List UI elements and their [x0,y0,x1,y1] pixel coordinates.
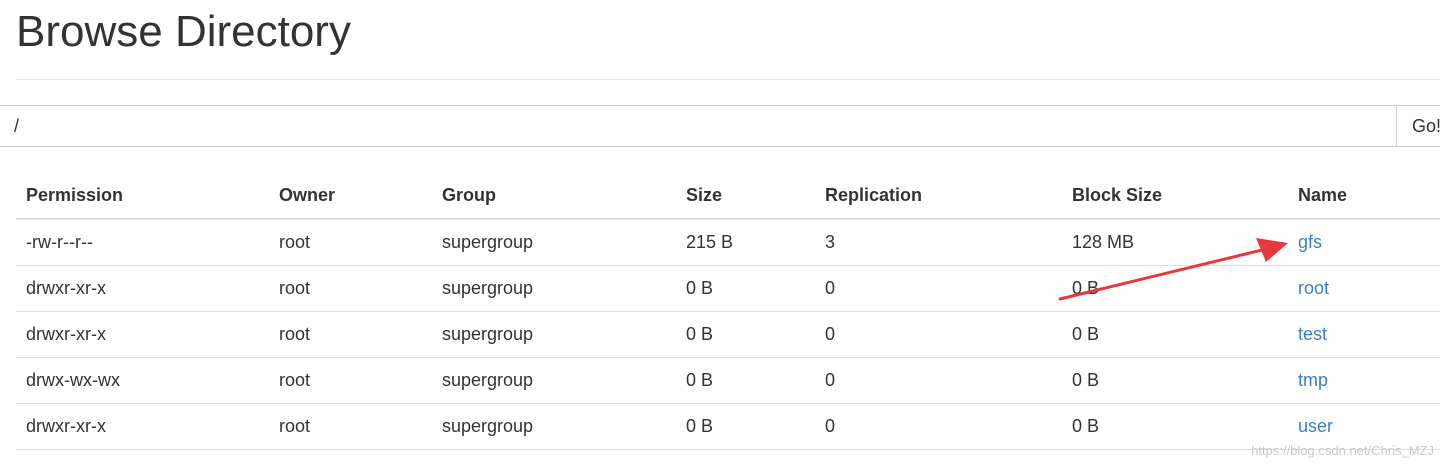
column-header-replication[interactable]: Replication [815,172,1062,220]
cell-size: 0 B [676,265,815,312]
path-bar: Go! [0,105,1440,147]
cell-permission: drwxr-xr-x [16,403,269,450]
path-input[interactable] [0,106,1396,146]
file-link-gfs[interactable]: gfs [1298,232,1322,252]
cell-block-size: 128 MB [1062,219,1288,266]
watermark: https://blog.csdn.net/Chris_MZJ [1251,443,1434,458]
column-header-group[interactable]: Group [432,172,676,220]
cell-permission: drwxr-xr-x [16,265,269,312]
cell-block-size: 0 B [1062,357,1288,404]
cell-group: supergroup [432,403,676,450]
cell-group: supergroup [432,357,676,404]
column-header-name[interactable]: Name [1288,172,1440,220]
column-header-block-size[interactable]: Block Size [1062,172,1288,220]
cell-replication: 0 [815,357,1062,404]
cell-permission: drwx-wx-wx [16,357,269,404]
cell-size: 0 B [676,311,815,358]
file-listing-table: Permission Owner Group Size Replication … [16,172,1440,450]
table-row: drwxr-xr-x root supergroup 0 B 0 0 B tes… [16,311,1440,358]
table-header-row: Permission Owner Group Size Replication … [16,172,1440,220]
column-header-permission[interactable]: Permission [16,172,269,220]
cell-group: supergroup [432,265,676,312]
title-divider [16,79,1440,80]
table-row: drwxr-xr-x root supergroup 0 B 0 0 B use… [16,403,1440,450]
column-header-size[interactable]: Size [676,172,815,220]
dir-link-root[interactable]: root [1298,278,1329,298]
cell-name: gfs [1288,219,1440,266]
cell-owner: root [269,265,432,312]
cell-group: supergroup [432,311,676,358]
cell-owner: root [269,311,432,358]
cell-block-size: 0 B [1062,265,1288,312]
cell-block-size: 0 B [1062,311,1288,358]
dir-link-test[interactable]: test [1298,324,1327,344]
cell-owner: root [269,219,432,266]
cell-owner: root [269,403,432,450]
go-button[interactable]: Go! [1396,106,1440,146]
cell-replication: 0 [815,265,1062,312]
cell-size: 215 B [676,219,815,266]
table-row: -rw-r--r-- root supergroup 215 B 3 128 M… [16,219,1440,266]
cell-replication: 0 [815,311,1062,358]
cell-size: 0 B [676,357,815,404]
cell-replication: 3 [815,219,1062,266]
table-row: drwxr-xr-x root supergroup 0 B 0 0 B roo… [16,265,1440,312]
cell-permission: -rw-r--r-- [16,219,269,266]
cell-size: 0 B [676,403,815,450]
table-row: drwx-wx-wx root supergroup 0 B 0 0 B tmp [16,357,1440,404]
cell-replication: 0 [815,403,1062,450]
cell-name: tmp [1288,357,1440,404]
dir-link-tmp[interactable]: tmp [1298,370,1328,390]
dir-link-user[interactable]: user [1298,416,1333,436]
cell-owner: root [269,357,432,404]
cell-name: root [1288,265,1440,312]
cell-name: test [1288,311,1440,358]
column-header-owner[interactable]: Owner [269,172,432,220]
cell-permission: drwxr-xr-x [16,311,269,358]
cell-group: supergroup [432,219,676,266]
page-title: Browse Directory [16,7,351,56]
